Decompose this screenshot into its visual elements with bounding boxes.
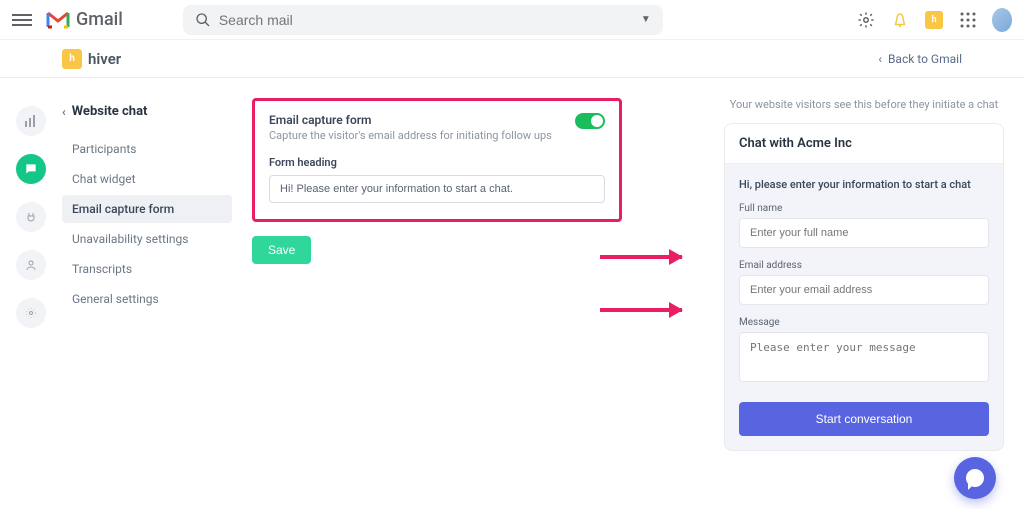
hiver-logo[interactable]: h hiver (62, 49, 121, 69)
hiver-header: h hiver ‹ Back to Gmail (0, 40, 1024, 78)
preview-email-input[interactable] (739, 275, 989, 305)
sidebar: ‹ Website chat Participants Chat widget … (62, 98, 232, 451)
enable-toggle[interactable] (575, 113, 605, 129)
preview-panel: Your website visitors see this before th… (724, 98, 1004, 451)
chat-fab-button[interactable] (954, 457, 996, 499)
section-title: Email capture form (269, 113, 552, 127)
annotation-arrow (600, 308, 682, 312)
apps-grid-icon[interactable] (958, 10, 978, 30)
nav-transcripts[interactable]: Transcripts (62, 255, 232, 283)
nav-email-capture[interactable]: Email capture form (62, 195, 232, 223)
form-heading-input[interactable] (269, 175, 605, 203)
sidebar-title[interactable]: ‹ Website chat (62, 104, 232, 119)
nav-chat-widget[interactable]: Chat widget (62, 165, 232, 193)
search-bar[interactable]: ▼ (183, 5, 663, 35)
preview-card: Chat with Acme Inc Hi, please enter your… (724, 123, 1004, 451)
sidebar-title-text: Website chat (72, 104, 148, 119)
preview-header: Chat with Acme Inc (725, 124, 1003, 164)
section-subtitle: Capture the visitor's email address for … (269, 129, 552, 142)
preview-intro: Hi, please enter your information to sta… (739, 178, 989, 191)
rail-chat-icon[interactable] (16, 154, 46, 184)
content: Email capture form Capture the visitor's… (232, 98, 724, 451)
main: ‹ Website chat Participants Chat widget … (0, 78, 1024, 451)
annotation-arrow (600, 255, 682, 259)
search-options-caret-icon[interactable]: ▼ (641, 14, 651, 25)
chevron-left-icon: ‹ (62, 105, 66, 119)
nav-unavailability[interactable]: Unavailability settings (62, 225, 232, 253)
rail-analytics-icon[interactable] (16, 106, 46, 136)
nav-participants[interactable]: Participants (62, 135, 232, 163)
search-icon (195, 12, 211, 28)
gmail-m-icon (46, 11, 70, 29)
menu-icon[interactable] (12, 10, 32, 30)
preview-fullname-input[interactable] (739, 218, 989, 248)
gear-icon[interactable] (856, 10, 876, 30)
gmail-header-right: h (856, 10, 1012, 30)
rail-user-icon[interactable] (16, 250, 46, 280)
gmail-header: Gmail ▼ h (0, 0, 1024, 40)
chevron-left-icon: ‹ (878, 52, 882, 66)
start-conversation-button[interactable]: Start conversation (739, 402, 989, 436)
nav-general-settings[interactable]: General settings (62, 285, 232, 313)
rail-plug-icon[interactable] (16, 202, 46, 232)
gmail-label: Gmail (76, 9, 123, 30)
preview-message-input[interactable] (739, 332, 989, 382)
hiver-hex-icon: h (62, 49, 82, 69)
preview-fullname-label: Full name (739, 203, 989, 214)
form-heading-label: Form heading (269, 156, 605, 169)
back-link-label: Back to Gmail (888, 52, 962, 66)
hiver-brand-text: hiver (88, 50, 121, 68)
back-to-gmail-link[interactable]: ‹ Back to Gmail (878, 52, 962, 66)
preview-email-label: Email address (739, 260, 989, 271)
preview-message-label: Message (739, 317, 989, 328)
gmail-logo[interactable]: Gmail (46, 9, 123, 30)
save-button[interactable]: Save (252, 236, 311, 264)
icon-rail (0, 98, 62, 451)
search-input[interactable] (219, 12, 641, 28)
avatar[interactable] (992, 10, 1012, 30)
email-capture-section: Email capture form Capture the visitor's… (252, 98, 622, 222)
hiver-badge-icon[interactable]: h (924, 10, 944, 30)
chat-bubble-icon (966, 469, 984, 487)
rail-settings-icon[interactable] (16, 298, 46, 328)
preview-hint: Your website visitors see this before th… (724, 98, 1004, 111)
bell-icon[interactable] (890, 10, 910, 30)
